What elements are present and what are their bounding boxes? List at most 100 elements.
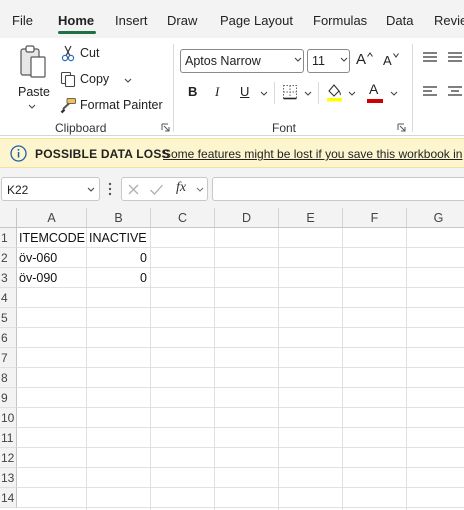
- font-color-icon: A: [369, 81, 379, 97]
- align-middle-icon[interactable]: [447, 52, 463, 64]
- format-painter-button[interactable]: Format Painter: [58, 96, 163, 116]
- copy-button[interactable]: Copy: [58, 70, 136, 90]
- font-color-swatch: [367, 99, 383, 103]
- tab-formulas[interactable]: Formulas: [313, 13, 367, 28]
- dialog-launcher-icon[interactable]: [161, 123, 170, 132]
- cut-label: Cut: [80, 46, 100, 60]
- paintbrush-icon: [60, 98, 76, 114]
- cancel-icon[interactable]: [127, 183, 140, 196]
- underline-button[interactable]: U: [240, 84, 249, 99]
- button-separator: [318, 82, 319, 104]
- row-header-4[interactable]: 4: [0, 288, 17, 308]
- warning-message-link[interactable]: Some features might be lost if you save …: [163, 147, 462, 161]
- clipboard-group-label: Clipboard: [55, 121, 107, 135]
- gridline: [17, 427, 464, 428]
- gridline: [17, 307, 464, 308]
- chevron-down-icon: [28, 104, 36, 109]
- row-header-11[interactable]: 11: [0, 428, 17, 448]
- column-header-g[interactable]: G: [407, 208, 464, 228]
- tab-data[interactable]: Data: [386, 13, 413, 28]
- grow-font-icon: A: [356, 51, 367, 68]
- more-options-icon[interactable]: [108, 182, 112, 196]
- cell-a2[interactable]: öv-060: [17, 248, 86, 268]
- align-left-icon[interactable]: [422, 86, 438, 98]
- row-header-9[interactable]: 9: [0, 388, 17, 408]
- row-header-7[interactable]: 7: [0, 348, 17, 368]
- font-name-select[interactable]: Aptos Narrow: [180, 49, 304, 73]
- insert-function-button[interactable]: fx: [176, 180, 186, 196]
- cell-a1[interactable]: ITEMCODE: [17, 228, 86, 248]
- font-group-label: Font: [272, 121, 297, 135]
- row-header-2[interactable]: 2: [0, 248, 17, 268]
- increase-font-size-button[interactable]: A: [355, 51, 373, 71]
- row-header-10[interactable]: 10: [0, 408, 17, 428]
- italic-button[interactable]: I: [215, 84, 219, 100]
- name-box-value: K22: [7, 183, 29, 197]
- select-all-corner[interactable]: [0, 208, 17, 228]
- cell-a3[interactable]: öv-090: [17, 268, 86, 288]
- tab-file[interactable]: File: [12, 13, 33, 28]
- align-top-icon[interactable]: [422, 52, 438, 64]
- chevron-down-icon: [87, 187, 95, 192]
- chevron-down-icon[interactable]: [124, 78, 132, 83]
- column-header-d[interactable]: D: [215, 208, 279, 228]
- clipboard-paste-icon: [20, 45, 46, 78]
- copy-icon: [60, 71, 76, 88]
- paste-label: Paste: [18, 85, 50, 99]
- spreadsheet-grid[interactable]: A B C D E F G 1 2 3 4 5 6 7 8 9 10 11 12…: [0, 208, 464, 510]
- decrease-font-size-button[interactable]: A: [382, 52, 400, 72]
- chevron-down-icon[interactable]: [260, 91, 268, 96]
- row-header-13[interactable]: 13: [0, 468, 17, 488]
- bold-button[interactable]: B: [188, 84, 197, 99]
- chevron-down-icon[interactable]: [390, 91, 398, 96]
- tab-home[interactable]: Home: [58, 13, 94, 28]
- row-header-5[interactable]: 5: [0, 308, 17, 328]
- dialog-launcher-icon[interactable]: [397, 123, 406, 132]
- tab-draw[interactable]: Draw: [167, 13, 197, 28]
- info-icon: [10, 145, 27, 162]
- name-box[interactable]: K22: [1, 177, 100, 201]
- chevron-down-icon: [340, 57, 348, 62]
- cut-button[interactable]: Cut: [58, 44, 118, 64]
- chevron-down-icon[interactable]: [304, 91, 312, 96]
- borders-icon[interactable]: [282, 84, 298, 100]
- tab-review[interactable]: Revie: [434, 13, 464, 28]
- tab-page-layout[interactable]: Page Layout: [220, 13, 293, 28]
- column-header-c[interactable]: C: [151, 208, 215, 228]
- fill-color-icon[interactable]: [326, 82, 343, 102]
- gridline: [17, 507, 464, 508]
- enter-check-icon[interactable]: [149, 183, 164, 196]
- chevron-down-icon[interactable]: [196, 187, 204, 192]
- gridline: [17, 387, 464, 388]
- row-header-8[interactable]: 8: [0, 368, 17, 388]
- formula-bar: K22 fx: [0, 168, 464, 208]
- font-name-value: Aptos Narrow: [185, 54, 261, 68]
- row-header-6[interactable]: 6: [0, 328, 17, 348]
- shrink-font-icon: A: [383, 53, 392, 68]
- paste-button[interactable]: Paste: [12, 42, 54, 114]
- tab-insert[interactable]: Insert: [115, 13, 148, 28]
- chevron-down-icon[interactable]: [348, 91, 356, 96]
- gridline: [17, 467, 464, 468]
- column-header-a[interactable]: A: [17, 208, 87, 228]
- row-header-14[interactable]: 14: [0, 488, 17, 508]
- font-size-select[interactable]: 11: [307, 49, 350, 73]
- column-header-f[interactable]: F: [343, 208, 407, 228]
- ribbon-tabs: File Home Insert Draw Page Layout Formul…: [0, 0, 464, 38]
- row-header-3[interactable]: 3: [0, 268, 17, 288]
- formula-input[interactable]: [212, 177, 464, 201]
- column-header-b[interactable]: B: [87, 208, 151, 228]
- group-separator: [173, 44, 174, 132]
- gridline: [17, 327, 464, 328]
- row-header-12[interactable]: 12: [0, 448, 17, 468]
- group-separator: [412, 44, 413, 132]
- gridline: [17, 347, 464, 348]
- font-color-button[interactable]: A: [366, 81, 384, 103]
- column-header-e[interactable]: E: [279, 208, 343, 228]
- align-center-icon[interactable]: [447, 86, 463, 98]
- cell-b3[interactable]: 0: [87, 268, 150, 288]
- cell-b2[interactable]: 0: [87, 248, 150, 268]
- row-header-1[interactable]: 1: [0, 228, 17, 248]
- data-loss-warning-bar: POSSIBLE DATA LOSS Some features might b…: [0, 138, 464, 168]
- cell-b1[interactable]: INACTIVE: [87, 228, 150, 248]
